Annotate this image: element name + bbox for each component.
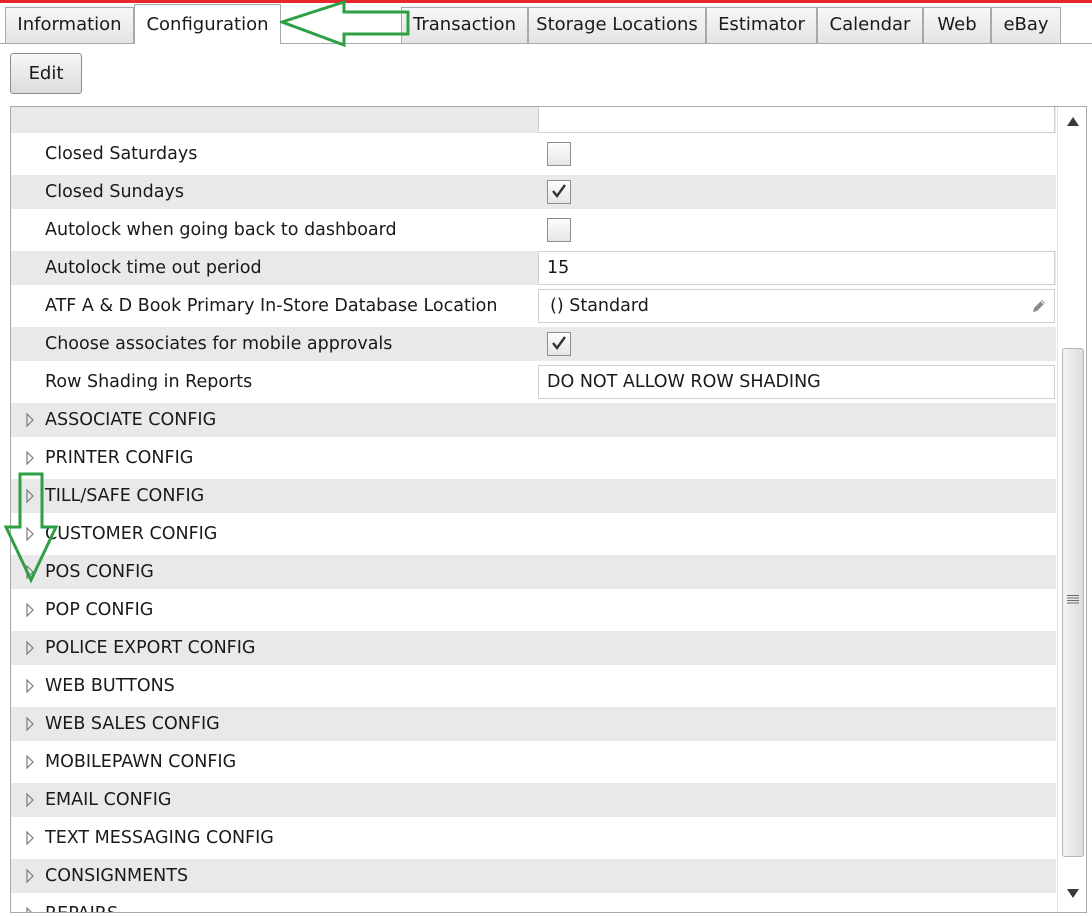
atf-location-field[interactable]: () Standard: [538, 289, 1055, 323]
section-label: REPAIRS: [45, 895, 118, 912]
setting-label: ATF A & D Book Primary In-Store Database…: [45, 296, 498, 316]
section-associate-config[interactable]: ASSOCIATE CONFIG: [11, 401, 1056, 439]
setting-label: Autolock when going back to dashboard: [45, 220, 397, 240]
autolock-dashboard-checkbox[interactable]: [547, 218, 571, 242]
expand-arrow-icon[interactable]: [25, 679, 35, 693]
section-label: EMAIL CONFIG: [45, 790, 172, 810]
tab-bar: Information Configuration Transaction St…: [0, 3, 1092, 44]
section-customer-config[interactable]: CUSTOMER CONFIG: [11, 515, 1056, 553]
section-label: TEXT MESSAGING CONFIG: [45, 828, 274, 848]
section-consignments[interactable]: CONSIGNMENTS: [11, 857, 1056, 895]
setting-label: Autolock time out period: [45, 258, 262, 278]
atf-location-value: () Standard: [550, 296, 649, 316]
setting-row-row-shading: Row Shading in Reports DO NOT ALLOW ROW …: [11, 363, 1056, 401]
section-label: MOBILEPAWN CONFIG: [45, 752, 237, 772]
autolock-timeout-field[interactable]: 15: [538, 251, 1055, 285]
setting-label: Closed Saturdays: [45, 144, 198, 164]
setting-row-closed-sundays: Closed Sundays: [11, 173, 1056, 211]
section-printer-config[interactable]: PRINTER CONFIG: [11, 439, 1056, 477]
section-web-sales-config[interactable]: WEB SALES CONFIG: [11, 705, 1056, 743]
setting-label: Closed Sundays: [45, 182, 184, 202]
section-web-buttons[interactable]: WEB BUTTONS: [11, 667, 1056, 705]
section-police-export-config[interactable]: POLICE EXPORT CONFIG: [11, 629, 1056, 667]
tab-storage-locations[interactable]: Storage Locations: [528, 7, 706, 43]
section-label: POS CONFIG: [45, 562, 154, 582]
scroll-up-arrow-icon[interactable]: [1066, 115, 1080, 127]
vertical-scrollbar[interactable]: [1057, 107, 1086, 912]
expand-arrow-icon[interactable]: [25, 793, 35, 807]
tab-configuration[interactable]: Configuration: [134, 4, 281, 44]
setting-row-closed-saturdays: Closed Saturdays: [11, 135, 1056, 173]
section-label: POP CONFIG: [45, 600, 154, 620]
section-label: POLICE EXPORT CONFIG: [45, 638, 256, 658]
expand-arrow-icon[interactable]: [25, 755, 35, 769]
grip-lines-icon: [1067, 595, 1079, 604]
pencil-icon[interactable]: [1030, 297, 1048, 315]
setting-label: Choose associates for mobile approvals: [45, 334, 393, 354]
setting-row-autolock-dashboard: Autolock when going back to dashboard: [11, 211, 1056, 249]
expand-arrow-icon[interactable]: [25, 603, 35, 617]
tab-information[interactable]: Information: [5, 7, 134, 43]
expand-arrow-icon[interactable]: [25, 565, 35, 579]
section-pop-config[interactable]: POP CONFIG: [11, 591, 1056, 629]
closed-saturdays-checkbox[interactable]: [547, 142, 571, 166]
scrollbar-thumb[interactable]: [1062, 348, 1084, 857]
section-label: WEB BUTTONS: [45, 676, 175, 696]
expand-arrow-icon[interactable]: [25, 717, 35, 731]
section-pos-config[interactable]: POS CONFIG: [11, 553, 1056, 591]
expand-arrow-icon[interactable]: [25, 451, 35, 465]
section-mobilepawn-config[interactable]: MOBILEPAWN CONFIG: [11, 743, 1056, 781]
section-label: TILL/SAFE CONFIG: [45, 486, 205, 506]
settings-row-partial: [11, 107, 1056, 135]
tab-transaction[interactable]: Transaction: [401, 7, 528, 43]
expand-arrow-icon[interactable]: [25, 869, 35, 883]
checkmark-icon: [552, 336, 566, 350]
tab-estimator[interactable]: Estimator: [706, 7, 817, 43]
setting-row-mobile-approvals: Choose associates for mobile approvals: [11, 325, 1056, 363]
expand-arrow-icon[interactable]: [25, 413, 35, 427]
setting-row-autolock-timeout: Autolock time out period 15: [11, 249, 1056, 287]
tab-calendar[interactable]: Calendar: [817, 7, 923, 43]
closed-sundays-checkbox[interactable]: [547, 180, 571, 204]
setting-row-atf-location: ATF A & D Book Primary In-Store Database…: [11, 287, 1056, 325]
section-label: CONSIGNMENTS: [45, 866, 189, 886]
tab-web[interactable]: Web: [923, 7, 991, 43]
section-text-messaging-config[interactable]: TEXT MESSAGING CONFIG: [11, 819, 1056, 857]
mobile-approvals-checkbox[interactable]: [547, 332, 571, 356]
partial-value-box[interactable]: [538, 107, 1055, 133]
section-repairs[interactable]: REPAIRS: [11, 895, 1056, 913]
edit-button[interactable]: Edit: [10, 53, 82, 94]
section-till-safe-config[interactable]: TILL/SAFE CONFIG: [11, 477, 1056, 515]
settings-panel: Closed Saturdays Closed Sundays Autolock…: [10, 106, 1087, 913]
section-email-config[interactable]: EMAIL CONFIG: [11, 781, 1056, 819]
section-label: ASSOCIATE CONFIG: [45, 410, 217, 430]
expand-arrow-icon[interactable]: [25, 489, 35, 503]
settings-grid: Closed Saturdays Closed Sundays Autolock…: [11, 107, 1056, 913]
expand-arrow-icon[interactable]: [25, 641, 35, 655]
section-label: CUSTOMER CONFIG: [45, 524, 218, 544]
scroll-down-arrow-icon[interactable]: [1066, 888, 1080, 900]
tab-ebay[interactable]: eBay: [991, 7, 1061, 43]
setting-label: Row Shading in Reports: [45, 372, 253, 392]
checkmark-icon: [552, 184, 566, 198]
section-label: WEB SALES CONFIG: [45, 714, 220, 734]
row-shading-field[interactable]: DO NOT ALLOW ROW SHADING: [538, 365, 1055, 399]
expand-arrow-icon[interactable]: [25, 907, 35, 913]
expand-arrow-icon[interactable]: [25, 831, 35, 845]
expand-arrow-icon[interactable]: [25, 527, 35, 541]
section-label: PRINTER CONFIG: [45, 448, 194, 468]
